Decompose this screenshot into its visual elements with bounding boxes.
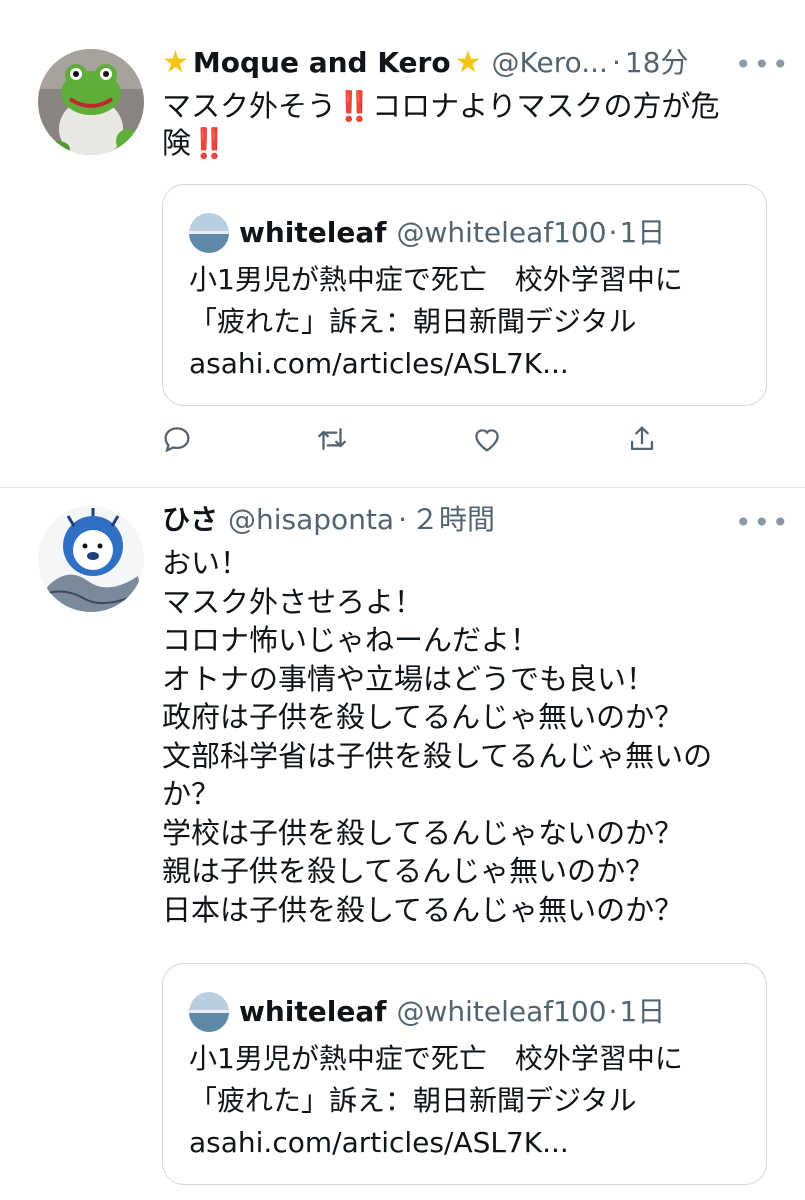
text-segment: マスク外そう [162, 89, 337, 123]
quoted-text-line: 小1男児が熱中症で死亡 校外学習中に [189, 263, 683, 296]
quoted-author-name: whiteleaf [239, 216, 387, 249]
tweet-text-line: おい！ [162, 546, 250, 580]
quoted-timestamp: 1日 [619, 995, 666, 1028]
tweet-1[interactable]: ★ Moque and Kero ★ @Kero... · 18分 ••• マス… [0, 0, 805, 487]
text-segment: コロナよりマスクの方が危 [372, 89, 720, 123]
quoted-author-handle: @whiteleaf100 [396, 995, 607, 1028]
tweet-text-line: 険‼️ [162, 125, 720, 162]
quoted-timestamp: 1日 [619, 216, 666, 249]
star-icon: ★ [454, 45, 482, 80]
tweet-text-line: 日本は子供を殺してるんじゃ無いのか？ [162, 892, 684, 927]
double-exclamation-icon: ‼️ [191, 126, 228, 160]
avatar-lion[interactable] [38, 506, 144, 612]
quoted-text-line: 「疲れた」訴え：朝日新聞デジタル [189, 305, 637, 338]
tweet-text-line: 親は子供を殺してるんじゃ無いのか？ [162, 854, 655, 888]
tweet-header: ひさ @hisaponta · ２時間 [162, 504, 495, 536]
tweet-text-line: か？ [162, 777, 221, 811]
quoted-tweet-header: whiteleaf @whiteleaf100 · 1日 [189, 213, 665, 253]
tweet-text: マスク外そう‼️コロナよりマスクの方が危 険‼️ [162, 88, 720, 162]
tweet-text-line: 文部科学省は子供を殺してるんじゃ無いの [162, 738, 713, 773]
separator: · [398, 503, 407, 536]
tweet-2[interactable]: ひさ @hisaponta · ２時間 ••• おい！ マスク外させろよ！ コロ… [0, 488, 805, 1200]
tweet-text-line: 学校は子供を殺してるんじゃないのか？ [162, 815, 684, 850]
author-name[interactable]: ひさ [162, 504, 218, 536]
quoted-text-line: 小1男児が熱中症で死亡 校外学習中に [189, 1042, 683, 1075]
timestamp[interactable]: ２時間 [411, 504, 495, 536]
more-options-icon[interactable]: ••• [735, 509, 791, 537]
separator: · [608, 216, 618, 249]
frog-avatar-image [38, 49, 144, 155]
quoted-tweet-header: whiteleaf @whiteleaf100 · 1日 [189, 992, 665, 1032]
tweet-text: おい！ マスク外させろよ！ コロナ怖いじゃねーんだよ！ オトナの事情や立場はどう… [162, 544, 712, 929]
share-icon[interactable] [625, 422, 665, 462]
retweet-icon[interactable] [315, 422, 355, 462]
quoted-avatar [189, 213, 229, 253]
separator: · [611, 46, 621, 79]
quoted-avatar [189, 992, 229, 1032]
quoted-link[interactable]: asahi.com/articles/ASL7K... [189, 1122, 683, 1164]
sea-avatar-image [189, 213, 229, 253]
author-handle[interactable]: @Kero... [492, 47, 608, 79]
quoted-author-handle: @whiteleaf100 [396, 216, 607, 249]
tweet-header: ★ Moque and Kero ★ @Kero... · 18分 [162, 47, 688, 79]
author-handle[interactable]: @hisaponta [228, 504, 394, 536]
tweet-text-line: オトナの事情や立場はどうでも良い！ [162, 661, 656, 696]
quoted-tweet[interactable]: whiteleaf @whiteleaf100 · 1日 小1男児が熱中症で死亡… [162, 963, 767, 1185]
reply-icon[interactable] [160, 422, 200, 462]
quoted-link[interactable]: asahi.com/articles/ASL7K... [189, 343, 683, 385]
author-name[interactable]: Moque and Kero [193, 47, 451, 79]
timestamp[interactable]: 18分 [625, 47, 689, 79]
like-icon[interactable] [470, 422, 510, 462]
tweet-text-line: 政府は子供を殺してるんじゃ無いのか？ [162, 700, 684, 734]
tweet-text-line: コロナ怖いじゃねーんだよ！ [162, 623, 540, 657]
star-icon: ★ [162, 45, 189, 80]
tweet-text-line: マスク外させろよ！ [162, 584, 424, 619]
quoted-tweet[interactable]: whiteleaf @whiteleaf100 · 1日 小1男児が熱中症で死亡… [162, 184, 767, 406]
more-options-icon[interactable]: ••• [735, 51, 791, 79]
separator: · [608, 995, 618, 1028]
quoted-author-name: whiteleaf [239, 995, 387, 1028]
double-exclamation-icon: ‼️ [336, 89, 373, 123]
sea-avatar-image [189, 992, 229, 1032]
quoted-text-line: 「疲れた」訴え：朝日新聞デジタル [189, 1084, 637, 1117]
tweet-actions [160, 422, 680, 462]
quoted-tweet-text: 小1男児が熱中症で死亡 校外学習中に 「疲れた」訴え：朝日新聞デジタル asah… [189, 259, 683, 385]
tweet-text-line: マスク外そう‼️コロナよりマスクの方が危 [162, 88, 720, 125]
quoted-tweet-text: 小1男児が熱中症で死亡 校外学習中に 「疲れた」訴え：朝日新聞デジタル asah… [189, 1038, 683, 1164]
text-segment: 険 [162, 126, 192, 160]
avatar-frog[interactable] [38, 49, 144, 155]
lion-avatar-image [38, 506, 144, 612]
